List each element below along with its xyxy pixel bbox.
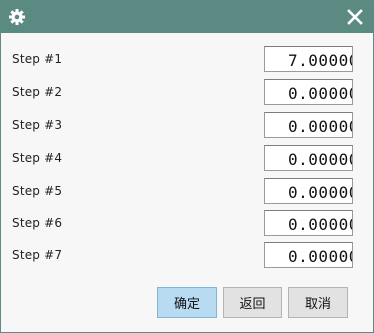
step-value: 0.00000 [288, 84, 353, 103]
step-label: Step #1 [12, 52, 63, 66]
step-value: 0.00000 [288, 215, 353, 234]
step-6-input[interactable]: 0.00000 [264, 210, 353, 236]
step-3-input[interactable]: 0.00000 [264, 112, 353, 138]
step-row-6: Step #6 0.00000 [1, 209, 373, 241]
step-value: 0.00000 [288, 117, 353, 136]
step-label: Step #5 [12, 184, 63, 198]
cancel-button[interactable]: 取消 [288, 287, 348, 318]
step-label: Step #4 [12, 151, 63, 165]
step-row-7: Step #7 0.00000 [1, 241, 373, 273]
dialog-titlebar[interactable] [1, 1, 373, 33]
step-label: Step #6 [12, 216, 63, 230]
gear-icon[interactable] [8, 8, 26, 26]
step-label: Step #7 [12, 248, 63, 262]
close-icon[interactable] [343, 5, 367, 29]
step-1-input[interactable]: 7.00000 [264, 46, 353, 72]
step-label: Step #3 [12, 118, 63, 132]
back-button[interactable]: 返回 [223, 287, 282, 318]
step-row-1: Step #1 7.00000 [1, 45, 373, 77]
step-value: 0.00000 [288, 183, 353, 202]
step-row-3: Step #3 0.00000 [1, 111, 373, 143]
step-row-4: Step #4 0.00000 [1, 144, 373, 176]
step-value: 0.00000 [288, 247, 353, 266]
step-label: Step #2 [12, 85, 63, 99]
step-7-input[interactable]: 0.00000 [264, 242, 353, 268]
step-2-input[interactable]: 0.00000 [264, 79, 353, 105]
step-row-2: Step #2 0.00000 [1, 78, 373, 110]
step-values-dialog: Step #1 7.00000 Step #2 0.00000 Step #3 … [0, 0, 374, 333]
step-5-input[interactable]: 0.00000 [264, 178, 353, 204]
step-value: 7.00000 [288, 51, 353, 70]
step-4-input[interactable]: 0.00000 [264, 145, 353, 171]
step-row-5: Step #5 0.00000 [1, 177, 373, 209]
step-value: 0.00000 [288, 150, 353, 169]
ok-button[interactable]: 确定 [157, 287, 217, 318]
